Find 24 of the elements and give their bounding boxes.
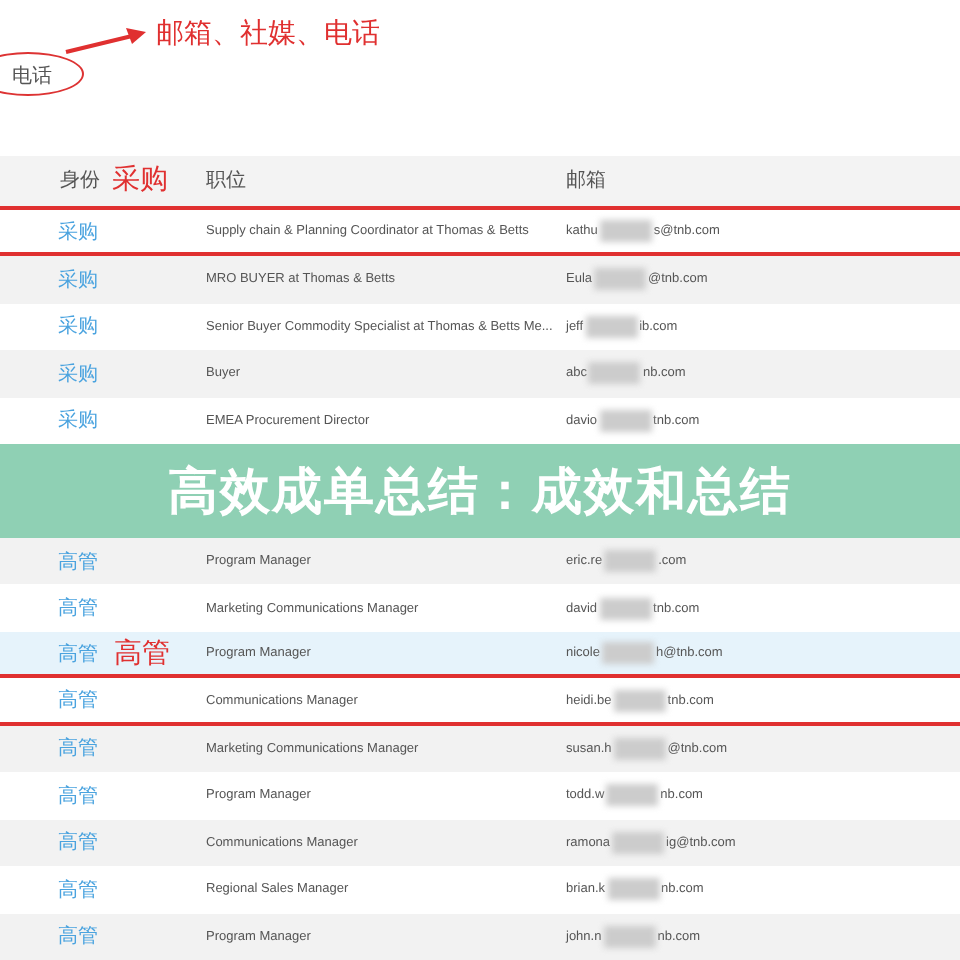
redaction-blur xyxy=(599,597,652,620)
redaction-blur xyxy=(601,642,654,665)
redaction-blur xyxy=(588,362,641,385)
redaction-blur xyxy=(613,689,666,712)
redaction-blur xyxy=(599,220,652,242)
redaction-blur xyxy=(604,550,657,573)
field-label: 电话 xyxy=(12,63,52,90)
redaction-blur xyxy=(613,737,666,760)
annotation-note: 高管 xyxy=(114,635,170,672)
annotation-note: 采购 xyxy=(112,162,168,199)
redaction-blur xyxy=(594,268,647,291)
annotation-note: 邮箱、社媒、电话 xyxy=(156,16,380,52)
column-header: 邮箱 xyxy=(566,167,606,195)
ellipse-marker xyxy=(0,52,84,96)
banner-title: 高效成单总结：成效和总结 xyxy=(168,462,792,524)
redaction-blur xyxy=(585,315,638,338)
redaction-blur xyxy=(607,878,660,901)
redaction-blur xyxy=(599,409,652,432)
redaction-blur xyxy=(612,831,665,854)
redaction-blur xyxy=(603,925,656,948)
arrow-icon xyxy=(64,24,148,56)
column-header: 身份 xyxy=(60,168,100,195)
column-header: 职位 xyxy=(206,168,246,195)
redaction-blur xyxy=(606,784,659,807)
